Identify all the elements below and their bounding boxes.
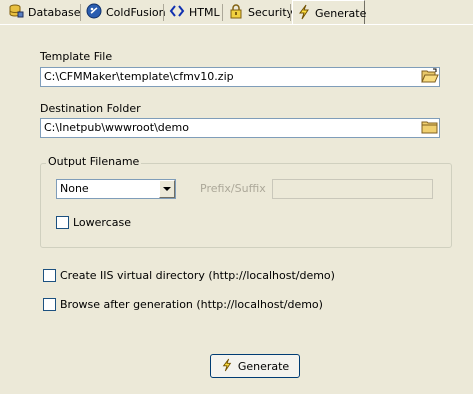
- prefix-suffix-label: Prefix/Suffix: [200, 182, 266, 195]
- chevron-down-icon[interactable]: [159, 180, 175, 198]
- tab-strip: Database ColdFusion HTML Security Genera…: [0, 0, 473, 26]
- browse-after-label: Browse after generation (http://localhos…: [60, 298, 323, 311]
- tab-separator: [163, 4, 164, 21]
- output-filename-group: [40, 163, 452, 248]
- browse-after-checkbox[interactable]: [43, 298, 56, 311]
- generate-button[interactable]: Generate: [210, 354, 300, 378]
- create-iis-checkbox[interactable]: [43, 269, 56, 282]
- template-file-input[interactable]: C:\CFMMaker\template\cfmv10.zip: [40, 67, 440, 87]
- lowercase-checkbox[interactable]: [56, 216, 69, 229]
- tab-generate[interactable]: Generate: [292, 0, 367, 25]
- tab-generate-label: Generate: [315, 6, 367, 20]
- folder-icon: [421, 119, 439, 138]
- tab-separator: [80, 4, 81, 21]
- template-file-label: Template File: [40, 50, 113, 63]
- tab-database-label: Database: [28, 6, 81, 19]
- browse-template-button[interactable]: [420, 68, 440, 86]
- prefix-suffix-input[interactable]: [272, 179, 433, 199]
- tab-coldfusion-label: ColdFusion: [106, 6, 166, 19]
- open-folder-icon: [421, 68, 439, 87]
- output-filename-title: Output Filename: [46, 155, 142, 168]
- filename-case-value: None: [60, 182, 89, 195]
- tab-divider: [0, 24, 473, 25]
- coldfusion-icon: [86, 3, 102, 22]
- filename-case-select[interactable]: None: [56, 179, 176, 199]
- tab-database[interactable]: Database: [4, 2, 85, 23]
- html-icon: [169, 3, 185, 22]
- tab-separator: [290, 4, 291, 21]
- database-icon: [8, 3, 24, 22]
- tab-separator: [222, 4, 223, 21]
- generate-button-label: Generate: [237, 359, 290, 373]
- tab-html-label: HTML: [189, 6, 220, 19]
- destination-folder-input[interactable]: C:\Inetpub\wwwroot\demo: [40, 118, 440, 138]
- browse-destination-button[interactable]: [420, 119, 440, 137]
- destination-folder-label: Destination Folder: [40, 102, 141, 115]
- lowercase-label: Lowercase: [73, 216, 131, 229]
- lightning-icon: [297, 4, 311, 23]
- tab-coldfusion[interactable]: ColdFusion: [82, 2, 170, 23]
- tab-html[interactable]: HTML: [165, 2, 224, 23]
- create-iis-label: Create IIS virtual directory (http://loc…: [60, 269, 335, 282]
- lightning-icon: [221, 358, 233, 375]
- tab-security[interactable]: Security: [224, 2, 297, 23]
- tab-security-label: Security: [248, 6, 294, 19]
- lock-icon: [228, 3, 244, 22]
